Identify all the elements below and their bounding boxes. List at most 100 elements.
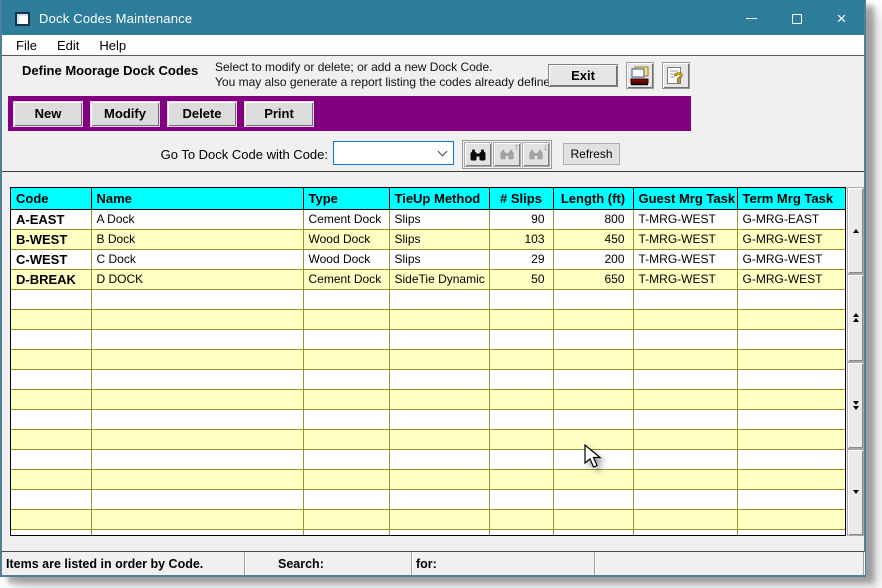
table-row-d-break[interactable]: D-BREAKD DOCKCement DockSideTie Dynamic5… bbox=[11, 269, 845, 289]
table-row-empty bbox=[11, 289, 845, 309]
cell-slips bbox=[489, 289, 553, 309]
cell-length-ft bbox=[553, 429, 633, 449]
table-header-row: CodeNameTypeTieUp Method# SlipsLength (f… bbox=[11, 188, 845, 209]
dock-code-combobox[interactable] bbox=[333, 141, 454, 165]
refresh-button[interactable]: Refresh bbox=[563, 143, 620, 165]
table-row-c-west[interactable]: C-WESTC DockWood DockSlips29200T-MRG-WES… bbox=[11, 249, 845, 269]
cell-code bbox=[11, 489, 91, 509]
title-bar: Dock Codes Maintenance × bbox=[2, 2, 864, 35]
toolbar-button-modify[interactable]: Modify bbox=[90, 101, 160, 127]
cell-type: Cement Dock bbox=[303, 269, 389, 289]
cell-name bbox=[91, 449, 303, 469]
cell-code bbox=[11, 509, 91, 529]
cell-term-mrg-task bbox=[737, 349, 845, 369]
table-row-empty bbox=[11, 509, 845, 529]
window-controls: × bbox=[729, 2, 864, 35]
cell-type bbox=[303, 309, 389, 329]
cell-length-ft bbox=[553, 449, 633, 469]
cell-type bbox=[303, 369, 389, 389]
menu-bar: FileEditHelp bbox=[2, 35, 864, 56]
scroll-single-up-button[interactable] bbox=[847, 187, 864, 274]
cell-name bbox=[91, 309, 303, 329]
cell-tieup-method bbox=[389, 509, 489, 529]
cell-guest-mrg-task: T-MRG-WEST bbox=[633, 229, 737, 249]
cell-tieup-method: SideTie Dynamic bbox=[389, 269, 489, 289]
cell-slips: 50 bbox=[489, 269, 553, 289]
cell-guest-mrg-task bbox=[633, 389, 737, 409]
close-button[interactable]: × bbox=[819, 2, 864, 35]
toolbar-button-delete[interactable]: Delete bbox=[167, 101, 237, 127]
cell-name bbox=[91, 529, 303, 536]
cell-type bbox=[303, 509, 389, 529]
menu-item-edit[interactable]: Edit bbox=[47, 36, 89, 55]
menu-item-file[interactable]: File bbox=[6, 36, 47, 55]
cell-slips bbox=[489, 409, 553, 429]
cell-length-ft bbox=[553, 309, 633, 329]
maximize-button[interactable] bbox=[774, 2, 819, 35]
cell-code: A-EAST bbox=[11, 209, 91, 229]
scroll-double-up-button[interactable] bbox=[847, 274, 864, 361]
toolbar-button-print[interactable]: Print bbox=[244, 101, 314, 127]
table-row-b-west[interactable]: B-WESTB DockWood DockSlips103450T-MRG-WE… bbox=[11, 229, 845, 249]
cell-code bbox=[11, 289, 91, 309]
cell-term-mrg-task bbox=[737, 469, 845, 489]
minimize-icon bbox=[746, 18, 757, 19]
cell-term-mrg-task bbox=[737, 369, 845, 389]
arrow-down-icon: ↓ bbox=[543, 142, 548, 153]
status-search-label: Search: bbox=[245, 552, 412, 575]
cell-length-ft: 650 bbox=[553, 269, 633, 289]
cell-length-ft: 450 bbox=[553, 229, 633, 249]
cell-tieup-method bbox=[389, 449, 489, 469]
cell-code: D-BREAK bbox=[11, 269, 91, 289]
cell-slips bbox=[489, 349, 553, 369]
print-report-button[interactable] bbox=[626, 62, 654, 89]
cell-tieup-method: Slips bbox=[389, 249, 489, 269]
cell-length-ft bbox=[553, 389, 633, 409]
status-for-label: for: bbox=[412, 552, 595, 575]
cell-length-ft bbox=[553, 509, 633, 529]
exit-button[interactable]: Exit bbox=[548, 64, 618, 87]
find-previous-button[interactable]: ↑ bbox=[493, 142, 521, 167]
cell-guest-mrg-task bbox=[633, 489, 737, 509]
cell-guest-mrg-task bbox=[633, 509, 737, 529]
find-button[interactable] bbox=[464, 142, 492, 167]
cell-term-mrg-task bbox=[737, 509, 845, 529]
cell-term-mrg-task bbox=[737, 449, 845, 469]
table-row-empty bbox=[11, 429, 845, 449]
toolbar-button-new[interactable]: New bbox=[13, 101, 83, 127]
column-header-code: Code bbox=[11, 188, 91, 209]
minimize-button[interactable] bbox=[729, 2, 774, 35]
menu-item-help[interactable]: Help bbox=[89, 36, 136, 55]
binoculars-down-icon bbox=[529, 149, 543, 160]
cell-name bbox=[91, 489, 303, 509]
instruction-line-1: Select to modify or delete; or add a new… bbox=[215, 60, 492, 74]
cell-term-mrg-task: G-MRG-WEST bbox=[737, 249, 845, 269]
cell-guest-mrg-task: T-MRG-WEST bbox=[633, 249, 737, 269]
help-button[interactable]: ? bbox=[662, 62, 690, 89]
table-row-empty bbox=[11, 329, 845, 349]
cell-length-ft bbox=[553, 349, 633, 369]
cell-length-ft: 800 bbox=[553, 209, 633, 229]
cell-name bbox=[91, 429, 303, 449]
cell-guest-mrg-task bbox=[633, 529, 737, 536]
cell-slips bbox=[489, 529, 553, 536]
scroll-single-down-button[interactable] bbox=[847, 449, 864, 536]
table-row-a-east[interactable]: A-EASTA DockCement DockSlips90800T-MRG-W… bbox=[11, 209, 845, 229]
cell-name bbox=[91, 409, 303, 429]
single-down-triangle-icon bbox=[853, 490, 859, 494]
binoculars-icon bbox=[470, 149, 486, 161]
cell-code bbox=[11, 329, 91, 349]
cell-tieup-method: Slips bbox=[389, 229, 489, 249]
find-next-button[interactable]: ↓ bbox=[522, 142, 550, 167]
cell-code bbox=[11, 409, 91, 429]
cell-type bbox=[303, 289, 389, 309]
page-title: Define Moorage Dock Codes bbox=[22, 63, 198, 78]
cell-type bbox=[303, 469, 389, 489]
dock-table: CodeNameTypeTieUp Method# SlipsLength (f… bbox=[10, 187, 846, 536]
cell-slips: 90 bbox=[489, 209, 553, 229]
cell-slips bbox=[489, 489, 553, 509]
cell-code bbox=[11, 389, 91, 409]
cell-tieup-method bbox=[389, 329, 489, 349]
scroll-double-down-button[interactable] bbox=[847, 362, 864, 449]
find-button-group: ↑ ↓ bbox=[462, 140, 552, 169]
